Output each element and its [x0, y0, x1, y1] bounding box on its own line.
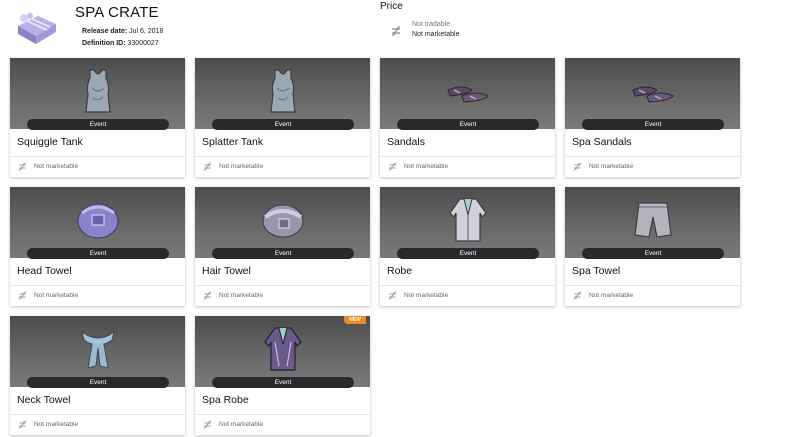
item-card[interactable]: Event Robe Not marketable [380, 187, 555, 306]
item-card[interactable]: Event Hair Towel Not marketable [195, 187, 370, 306]
item-name: Hair Towel [202, 265, 251, 277]
item-card[interactable]: Event Spa Sandals Not marketable [565, 58, 740, 177]
item-name: Squiggle Tank [17, 136, 83, 148]
item-name: Splatter Tank [202, 136, 264, 148]
divider [10, 156, 185, 157]
marketable-status: Not marketable [219, 292, 264, 299]
item-name: Head Towel [17, 265, 72, 277]
item-name: Spa Towel [572, 265, 621, 277]
definition-id-value: 33000027 [127, 40, 159, 47]
item-art: Event [195, 58, 370, 130]
event-badge: Event [27, 377, 169, 388]
event-badge: Event [397, 119, 539, 130]
item-art: Event [10, 316, 185, 388]
item-art: Event [10, 187, 185, 259]
price-heading: Price [380, 1, 403, 12]
sandals-icon [447, 86, 489, 103]
item-name: Sandals [387, 136, 425, 148]
sandals-icon [632, 86, 674, 103]
marketable-status: Not marketable [404, 292, 449, 299]
marketable-status: Not marketable [589, 292, 634, 299]
event-badge: Event [27, 248, 169, 259]
event-badge: Event [397, 248, 539, 259]
item-art: Event [10, 58, 185, 130]
new-badge: NEW [344, 316, 366, 324]
robe-icon [449, 198, 487, 242]
release-date-label: Release date: [82, 28, 128, 35]
divider [195, 414, 370, 415]
item-card[interactable]: Event Head Towel Not marketable [10, 187, 185, 306]
release-date: Release date: Jul 6, 2018 [82, 28, 163, 35]
hair-towel-icon [262, 204, 304, 238]
event-badge: Event [582, 119, 724, 130]
item-card[interactable]: Event Sandals Not marketable [380, 58, 555, 177]
not-marketable-icon [203, 291, 212, 300]
event-badge: Event [212, 119, 354, 130]
marketable-status: Not marketable [219, 163, 264, 170]
divider [380, 285, 555, 286]
marketable-status: Not marketable [34, 292, 79, 299]
item-card[interactable]: Event Splatter Tank Not marketable [195, 58, 370, 177]
not-marketable-icon [573, 291, 582, 300]
not-marketable-icon [391, 25, 401, 37]
gift-box-icon [18, 13, 56, 44]
page-title: SPA CRATE [75, 4, 159, 21]
divider [565, 156, 740, 157]
not-marketable-icon [388, 291, 397, 300]
event-badge: Event [212, 377, 354, 388]
event-badge: Event [27, 119, 169, 130]
item-name: Robe [387, 265, 413, 277]
item-art: Event [380, 58, 555, 130]
definition-id: Definition ID: 33000027 [82, 40, 159, 47]
not-marketable-icon [18, 162, 27, 171]
not-tradable-text: Not tradable [412, 21, 451, 28]
marketable-status: Not marketable [404, 163, 449, 170]
divider [10, 414, 185, 415]
marketable-status: Not marketable [589, 163, 634, 170]
divider [565, 285, 740, 286]
not-marketable-text: Not marketable [412, 31, 460, 38]
marketable-status: Not marketable [34, 421, 79, 428]
head-towel-icon [77, 203, 119, 239]
marketable-status: Not marketable [219, 421, 264, 428]
item-name: Spa Robe [202, 394, 249, 406]
not-marketable-icon [18, 291, 27, 300]
crate-header: SPA CRATE Release date: Jul 6, 2018 Defi… [0, 0, 790, 56]
item-card[interactable]: NEW Event Spa Robe Not marketable [195, 316, 370, 435]
tank-top-icon [270, 69, 296, 113]
item-card[interactable]: Event Neck Towel Not marketable [10, 316, 185, 435]
not-marketable-icon [18, 420, 27, 429]
release-date-value: Jul 6, 2018 [129, 28, 164, 35]
divider [195, 285, 370, 286]
not-marketable-icon [203, 420, 212, 429]
item-art: Event [565, 58, 740, 130]
item-art: Event [380, 187, 555, 259]
item-art: NEW Event [195, 316, 370, 388]
tank-top-icon [85, 69, 111, 113]
item-name: Neck Towel [17, 394, 71, 406]
definition-id-label: Definition ID: [82, 40, 126, 47]
divider [380, 156, 555, 157]
item-art: Event [195, 187, 370, 259]
item-card[interactable]: Event Squiggle Tank Not marketable [10, 58, 185, 177]
item-name: Spa Sandals [572, 136, 632, 148]
not-marketable-icon [388, 162, 397, 171]
event-badge: Event [582, 248, 724, 259]
item-art: Event [565, 187, 740, 259]
not-marketable-icon [203, 162, 212, 171]
event-badge: Event [212, 248, 354, 259]
divider [195, 156, 370, 157]
divider [10, 285, 185, 286]
robe-icon [264, 327, 302, 371]
shorts-towel-icon [634, 202, 672, 238]
not-marketable-icon [573, 162, 582, 171]
marketable-status: Not marketable [34, 163, 79, 170]
item-card[interactable]: Event Spa Towel Not marketable [565, 187, 740, 306]
neck-towel-icon [81, 330, 115, 369]
